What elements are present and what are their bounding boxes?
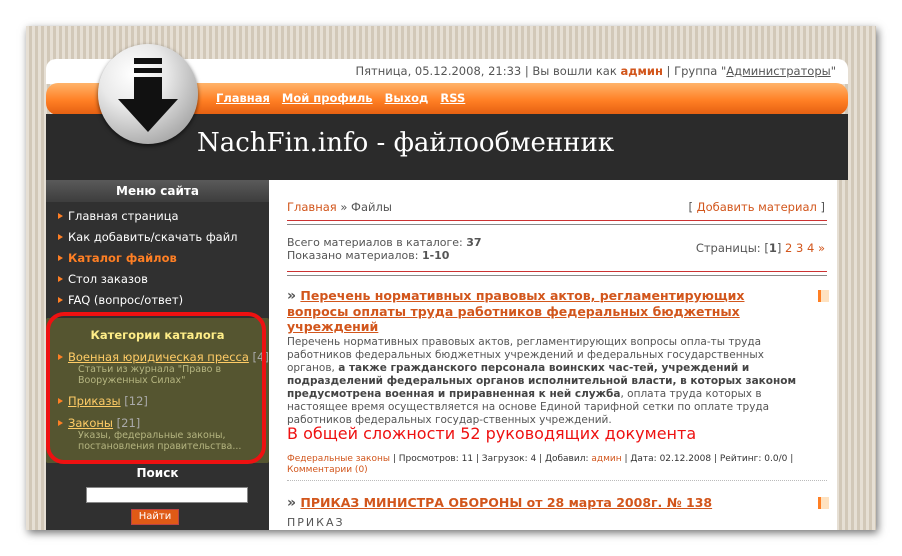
- entry-description: Перечень нормативных правовых актов, рег…: [287, 336, 797, 426]
- category-count: [21]: [116, 416, 141, 430]
- menu-item-catalog[interactable]: Каталог файлов: [46, 248, 269, 269]
- entry-flag-icon[interactable]: [818, 290, 829, 302]
- category-item: Приказы [12]: [58, 394, 269, 408]
- menu-item-home[interactable]: Главная страница: [46, 206, 269, 227]
- page-link[interactable]: 3: [796, 241, 803, 255]
- categories-title: Категории каталога: [90, 328, 225, 342]
- page-frame: Пятница, 05.12.2008, 21:33 | Вы вошли ка…: [26, 26, 876, 530]
- category-item: Военная юридическая пресса [4] Статьи из…: [58, 350, 269, 386]
- catalog-categories: Категории каталога Военная юридическая п…: [46, 318, 269, 463]
- next-page-link[interactable]: »: [818, 241, 825, 255]
- entry-title-link[interactable]: ПРИКАЗ МИНИСТРА ОБОРОНЫ от 28 марта 2008…: [300, 495, 712, 510]
- category-desc: Указы, федеральные законы, постановления…: [78, 430, 242, 452]
- pagination: Страницы: [1] 2 3 4 »: [695, 241, 825, 255]
- search-button[interactable]: Найти: [131, 509, 179, 525]
- entry-title: » ПРИКАЗ МИНИСТРА ОБОРОНЫ от 28 марта 20…: [287, 495, 807, 511]
- menu-item-howto[interactable]: Как добавить/скачать файл: [46, 227, 269, 248]
- entry-divider: [287, 480, 827, 481]
- nav-profile-link[interactable]: Мой профиль: [282, 91, 373, 105]
- menu-item-orders[interactable]: Стол заказов: [46, 269, 269, 290]
- sidebar: Меню сайта Главная страница Как добавить…: [46, 180, 269, 530]
- divider: [287, 271, 827, 276]
- entry-flag-icon[interactable]: [818, 497, 829, 509]
- category-link[interactable]: Приказы: [68, 394, 121, 408]
- menu-title: Меню сайта: [46, 180, 269, 202]
- entry-category-link[interactable]: Федеральные законы: [287, 454, 390, 464]
- catalog-stats: Всего материалов в каталоге: 37 Показано…: [287, 236, 482, 262]
- entry-title-link[interactable]: Перечень нормативных правовых актов, рег…: [287, 288, 745, 334]
- menu-item-faq[interactable]: FAQ (вопрос/ответ): [46, 290, 269, 311]
- nav-rss-link[interactable]: RSS: [440, 91, 465, 105]
- bullet-icon: »: [287, 495, 297, 511]
- category-count: [12]: [124, 394, 148, 408]
- site-menu: Главная страница Как добавить/скачать фа…: [46, 202, 269, 311]
- main-content: Главная » Файлы [ Добавить материал ] Вс…: [269, 180, 837, 530]
- user-name[interactable]: админ: [620, 64, 662, 78]
- category-item: Законы [21] Указы, федеральные законы, п…: [58, 416, 269, 452]
- add-material: [ Добавить материал ]: [688, 200, 825, 214]
- nav-home-link[interactable]: Главная: [216, 91, 270, 105]
- user-info: Пятница, 05.12.2008, 21:33 | Вы вошли ка…: [355, 64, 836, 78]
- download-arrow-icon: [98, 44, 198, 144]
- divider: [287, 220, 827, 225]
- nav-logout-link[interactable]: Выход: [385, 91, 429, 105]
- shown-range: 1-10: [421, 249, 450, 262]
- search-title: Поиск: [136, 466, 179, 480]
- add-material-link[interactable]: Добавить материал: [697, 200, 817, 214]
- entry-title: » Перечень нормативных правовых актов, р…: [287, 288, 807, 334]
- breadcrumb: Главная » Файлы: [287, 200, 392, 214]
- entry-details: Федеральные законы | Просмотров: 11 | За…: [287, 454, 794, 475]
- category-desc: Статьи из журнала "Право в Вооруженных С…: [78, 364, 222, 386]
- entry-author-link[interactable]: админ: [591, 454, 621, 464]
- category-link[interactable]: Законы: [68, 416, 113, 430]
- entry-comments-link[interactable]: Комментарии (0): [287, 465, 368, 475]
- entry-highlight: В общей сложности 52 руководящих докумен…: [287, 424, 697, 443]
- page-link[interactable]: 4: [807, 241, 814, 255]
- entry-first-line: ПРИКАЗ: [287, 516, 345, 529]
- breadcrumb-home-link[interactable]: Главная: [287, 200, 337, 214]
- current-page: 1: [768, 241, 777, 255]
- page-link[interactable]: 2: [785, 241, 792, 255]
- bullet-icon: »: [287, 288, 297, 304]
- category-link[interactable]: Военная юридическая пресса: [68, 350, 249, 364]
- category-count: [4]: [252, 350, 269, 364]
- breadcrumb-current: Файлы: [351, 200, 392, 214]
- site-title: NachFin.info - файлообменник: [197, 128, 615, 158]
- total-count: 37: [466, 236, 482, 249]
- search-input[interactable]: [86, 487, 248, 503]
- group-link[interactable]: Администраторы: [726, 64, 830, 78]
